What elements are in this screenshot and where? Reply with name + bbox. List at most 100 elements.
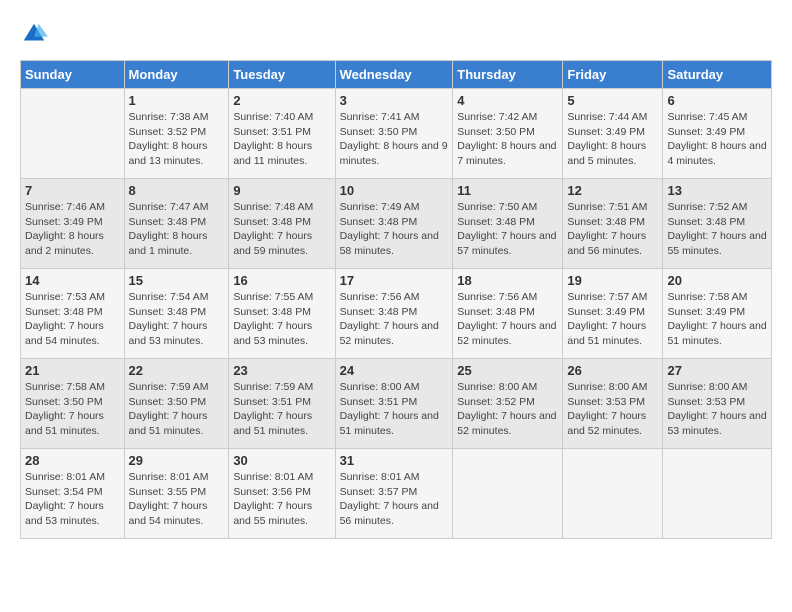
day-number: 7 <box>25 183 120 198</box>
calendar-cell: 4 Sunrise: 7:42 AM Sunset: 3:50 PM Daylig… <box>453 89 563 179</box>
calendar-cell <box>453 449 563 539</box>
calendar-cell: 27 Sunrise: 8:00 AM Sunset: 3:53 PM Dayli… <box>663 359 772 449</box>
col-header-friday: Friday <box>563 61 663 89</box>
calendar-cell: 29 Sunrise: 8:01 AM Sunset: 3:55 PM Dayli… <box>124 449 229 539</box>
day-info: Sunrise: 7:46 AM Sunset: 3:49 PM Dayligh… <box>25 200 120 259</box>
day-info: Sunrise: 8:00 AM Sunset: 3:53 PM Dayligh… <box>567 380 658 439</box>
day-number: 5 <box>567 93 658 108</box>
calendar-cell: 30 Sunrise: 8:01 AM Sunset: 3:56 PM Dayli… <box>229 449 335 539</box>
col-header-saturday: Saturday <box>663 61 772 89</box>
day-info: Sunrise: 7:42 AM Sunset: 3:50 PM Dayligh… <box>457 110 558 169</box>
calendar-cell: 16 Sunrise: 7:55 AM Sunset: 3:48 PM Dayli… <box>229 269 335 359</box>
day-number: 20 <box>667 273 767 288</box>
col-header-wednesday: Wednesday <box>335 61 453 89</box>
calendar-cell: 8 Sunrise: 7:47 AM Sunset: 3:48 PM Daylig… <box>124 179 229 269</box>
day-number: 31 <box>340 453 449 468</box>
day-info: Sunrise: 7:45 AM Sunset: 3:49 PM Dayligh… <box>667 110 767 169</box>
day-info: Sunrise: 7:51 AM Sunset: 3:48 PM Dayligh… <box>567 200 658 259</box>
calendar-cell <box>663 449 772 539</box>
calendar-cell: 3 Sunrise: 7:41 AM Sunset: 3:50 PM Daylig… <box>335 89 453 179</box>
day-number: 26 <box>567 363 658 378</box>
calendar-cell: 26 Sunrise: 8:00 AM Sunset: 3:53 PM Dayli… <box>563 359 663 449</box>
day-number: 1 <box>129 93 225 108</box>
col-header-monday: Monday <box>124 61 229 89</box>
day-info: Sunrise: 7:44 AM Sunset: 3:49 PM Dayligh… <box>567 110 658 169</box>
calendar-cell: 1 Sunrise: 7:38 AM Sunset: 3:52 PM Daylig… <box>124 89 229 179</box>
day-number: 17 <box>340 273 449 288</box>
day-info: Sunrise: 7:40 AM Sunset: 3:51 PM Dayligh… <box>233 110 330 169</box>
calendar-cell: 12 Sunrise: 7:51 AM Sunset: 3:48 PM Dayli… <box>563 179 663 269</box>
logo-icon <box>20 20 48 48</box>
day-number: 9 <box>233 183 330 198</box>
day-number: 15 <box>129 273 225 288</box>
calendar-cell: 11Sunrise: 7:50 AM Sunset: 3:48 PM Dayli… <box>453 179 563 269</box>
day-number: 12 <box>567 183 658 198</box>
week-row-1: 7 Sunrise: 7:46 AM Sunset: 3:49 PM Daylig… <box>21 179 772 269</box>
day-number: 16 <box>233 273 330 288</box>
calendar-cell: 5 Sunrise: 7:44 AM Sunset: 3:49 PM Daylig… <box>563 89 663 179</box>
calendar-cell: 6 Sunrise: 7:45 AM Sunset: 3:49 PM Daylig… <box>663 89 772 179</box>
calendar-cell: 28 Sunrise: 8:01 AM Sunset: 3:54 PM Dayli… <box>21 449 125 539</box>
day-info: Sunrise: 8:01 AM Sunset: 3:57 PM Dayligh… <box>340 470 449 529</box>
day-number: 19 <box>567 273 658 288</box>
week-row-4: 28 Sunrise: 8:01 AM Sunset: 3:54 PM Dayli… <box>21 449 772 539</box>
day-info: Sunrise: 8:01 AM Sunset: 3:54 PM Dayligh… <box>25 470 120 529</box>
day-info: Sunrise: 7:47 AM Sunset: 3:48 PM Dayligh… <box>129 200 225 259</box>
day-number: 2 <box>233 93 330 108</box>
day-info: Sunrise: 8:00 AM Sunset: 3:52 PM Dayligh… <box>457 380 558 439</box>
calendar-cell: 7 Sunrise: 7:46 AM Sunset: 3:49 PM Daylig… <box>21 179 125 269</box>
day-number: 13 <box>667 183 767 198</box>
day-info: Sunrise: 7:41 AM Sunset: 3:50 PM Dayligh… <box>340 110 449 169</box>
day-info: Sunrise: 7:55 AM Sunset: 3:48 PM Dayligh… <box>233 290 330 349</box>
calendar-header-row: SundayMondayTuesdayWednesdayThursdayFrid… <box>21 61 772 89</box>
week-row-3: 21Sunrise: 7:58 AM Sunset: 3:50 PM Dayli… <box>21 359 772 449</box>
day-info: Sunrise: 7:59 AM Sunset: 3:51 PM Dayligh… <box>233 380 330 439</box>
day-number: 23 <box>233 363 330 378</box>
day-info: Sunrise: 7:56 AM Sunset: 3:48 PM Dayligh… <box>457 290 558 349</box>
day-number: 14 <box>25 273 120 288</box>
day-info: Sunrise: 8:00 AM Sunset: 3:51 PM Dayligh… <box>340 380 449 439</box>
calendar-cell: 20 Sunrise: 7:58 AM Sunset: 3:49 PM Dayli… <box>663 269 772 359</box>
calendar-cell: 18 Sunrise: 7:56 AM Sunset: 3:48 PM Dayli… <box>453 269 563 359</box>
day-number: 27 <box>667 363 767 378</box>
calendar-cell: 13 Sunrise: 7:52 AM Sunset: 3:48 PM Dayli… <box>663 179 772 269</box>
day-info: Sunrise: 8:00 AM Sunset: 3:53 PM Dayligh… <box>667 380 767 439</box>
day-number: 8 <box>129 183 225 198</box>
day-number: 18 <box>457 273 558 288</box>
calendar-cell: 9Sunrise: 7:48 AM Sunset: 3:48 PM Daylig… <box>229 179 335 269</box>
calendar-cell: 14 Sunrise: 7:53 AM Sunset: 3:48 PM Dayli… <box>21 269 125 359</box>
day-info: Sunrise: 7:57 AM Sunset: 3:49 PM Dayligh… <box>567 290 658 349</box>
day-info: Sunrise: 8:01 AM Sunset: 3:56 PM Dayligh… <box>233 470 330 529</box>
calendar-cell: 23 Sunrise: 7:59 AM Sunset: 3:51 PM Dayli… <box>229 359 335 449</box>
col-header-thursday: Thursday <box>453 61 563 89</box>
day-number: 3 <box>340 93 449 108</box>
calendar-cell: 10 Sunrise: 7:49 AM Sunset: 3:48 PM Dayli… <box>335 179 453 269</box>
week-row-0: 1 Sunrise: 7:38 AM Sunset: 3:52 PM Daylig… <box>21 89 772 179</box>
day-number: 30 <box>233 453 330 468</box>
day-info: Sunrise: 7:59 AM Sunset: 3:50 PM Dayligh… <box>129 380 225 439</box>
day-info: Sunrise: 7:58 AM Sunset: 3:49 PM Dayligh… <box>667 290 767 349</box>
calendar-cell <box>21 89 125 179</box>
logo <box>20 20 50 48</box>
day-info: Sunrise: 7:54 AM Sunset: 3:48 PM Dayligh… <box>129 290 225 349</box>
day-number: 29 <box>129 453 225 468</box>
day-number: 11 <box>457 183 558 198</box>
calendar-cell: 22 Sunrise: 7:59 AM Sunset: 3:50 PM Dayli… <box>124 359 229 449</box>
calendar-cell: 15 Sunrise: 7:54 AM Sunset: 3:48 PM Dayli… <box>124 269 229 359</box>
day-number: 4 <box>457 93 558 108</box>
day-info: Sunrise: 7:49 AM Sunset: 3:48 PM Dayligh… <box>340 200 449 259</box>
day-number: 6 <box>667 93 767 108</box>
col-header-tuesday: Tuesday <box>229 61 335 89</box>
day-info: Sunrise: 7:38 AM Sunset: 3:52 PM Dayligh… <box>129 110 225 169</box>
day-info: Sunrise: 7:58 AM Sunset: 3:50 PM Dayligh… <box>25 380 120 439</box>
day-number: 28 <box>25 453 120 468</box>
day-info: Sunrise: 8:01 AM Sunset: 3:55 PM Dayligh… <box>129 470 225 529</box>
calendar-table: SundayMondayTuesdayWednesdayThursdayFrid… <box>20 60 772 539</box>
day-info: Sunrise: 7:52 AM Sunset: 3:48 PM Dayligh… <box>667 200 767 259</box>
calendar-cell: 2 Sunrise: 7:40 AM Sunset: 3:51 PM Daylig… <box>229 89 335 179</box>
calendar-cell: 25Sunrise: 8:00 AM Sunset: 3:52 PM Dayli… <box>453 359 563 449</box>
day-info: Sunrise: 7:53 AM Sunset: 3:48 PM Dayligh… <box>25 290 120 349</box>
day-number: 10 <box>340 183 449 198</box>
calendar-cell: 31 Sunrise: 8:01 AM Sunset: 3:57 PM Dayli… <box>335 449 453 539</box>
day-number: 22 <box>129 363 225 378</box>
